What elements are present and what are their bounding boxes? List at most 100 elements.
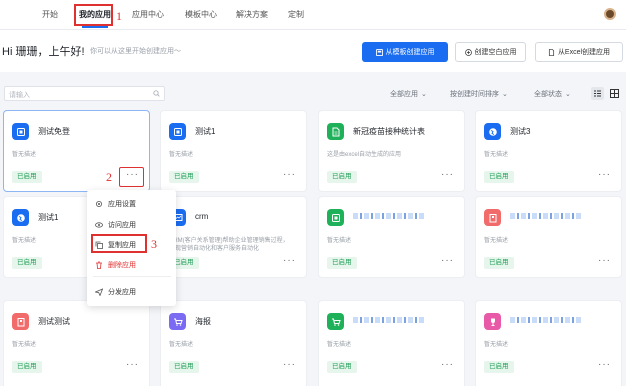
app-description: 暂无描述 (12, 152, 37, 158)
menu-item-label: 分发应用 (108, 289, 136, 296)
app-description: 暂无描述 (12, 238, 37, 244)
list-view-button[interactable] (591, 87, 604, 100)
annotation-box-2 (119, 167, 144, 187)
list-view-icon (594, 90, 601, 97)
more-options-icon[interactable]: ··· (598, 169, 611, 180)
annotation-box-1 (74, 4, 113, 26)
document-icon (327, 123, 344, 140)
app-card[interactable]: 暂无描述已启用 ··· (475, 196, 622, 278)
app-card[interactable]: 测试3 暂无描述 已启用 ··· (475, 110, 622, 192)
status-badge: 已启用 (12, 361, 42, 373)
app-name: 新冠疫苗接种统计表 (353, 127, 425, 136)
plus-circle-icon (464, 48, 472, 56)
menu-item-visit-app[interactable]: 访问应用 (95, 220, 136, 230)
status-badge: 已启用 (12, 257, 42, 269)
tab-start[interactable]: 开始 (42, 9, 58, 20)
filter-status[interactable]: 全部状态 ⌄ (534, 89, 571, 99)
eye-icon (95, 222, 103, 228)
status-badge: 已启用 (484, 257, 514, 269)
search-placeholder: 请输入 (9, 92, 30, 99)
app-name: crm (195, 212, 209, 221)
app-icon (12, 123, 29, 140)
greeting-bar: Hi 珊珊，上午好! 你可以从这里开始创建应用～ 从模板创建应用 创建空白应用 … (0, 30, 626, 72)
annotation-number-1: 1 (116, 9, 122, 23)
tab-template-center[interactable]: 模板中心 (185, 9, 217, 20)
redacted-app-name (353, 213, 425, 219)
search-icon[interactable] (153, 90, 160, 97)
active-tab-indicator (82, 26, 108, 28)
app-name: 测试测试 (38, 317, 70, 326)
tab-custom[interactable]: 定制 (288, 9, 304, 20)
status-badge: 已启用 (169, 361, 199, 373)
more-options-icon[interactable]: ··· (598, 255, 611, 266)
app-description: 暂无描述 (484, 342, 509, 348)
filter-sort[interactable]: 按创建时间排序 ⌄ (450, 89, 508, 99)
redacted-app-name (510, 213, 582, 219)
more-options-icon[interactable]: ··· (283, 169, 296, 180)
app-card[interactable]: 测试1 暂无描述已启用 ··· (160, 110, 307, 192)
tab-app-center[interactable]: 应用中心 (132, 9, 164, 20)
cart-icon (327, 313, 344, 330)
menu-item-delete-app[interactable]: 删除应用 (95, 260, 136, 270)
app-card[interactable]: 暂无描述 已启用 ··· (318, 300, 465, 386)
app-name: 海报 (195, 317, 211, 326)
filter-all-apps[interactable]: 全部应用 ⌄ (390, 89, 427, 99)
filter-status-label: 全部状态 (534, 91, 562, 98)
tab-solutions[interactable]: 解决方案 (236, 9, 268, 20)
app-card[interactable]: crm CRM(客户关系管理)帮助企业管理销售过程， 实现营销自动化和客户服务自动化… (160, 196, 307, 278)
filter-all-apps-label: 全部应用 (390, 91, 418, 98)
app-description: 暂无描述 (12, 342, 37, 348)
status-badge: 已启用 (327, 171, 357, 183)
app-description: 这是由excel自动生成的应用 (327, 152, 402, 158)
status-badge: 已启用 (484, 171, 514, 183)
app-card[interactable]: 测试测试暂无描述已启用 ··· (3, 300, 150, 386)
annotation-number-2: 2 (106, 170, 112, 184)
building-icon (484, 209, 501, 226)
create-from-excel-label: 从Excel创建应用 (557, 49, 611, 56)
menu-item-app-settings[interactable]: 应用设置 (95, 199, 136, 209)
grid-view-button[interactable] (608, 87, 621, 100)
app-card[interactable]: 新冠疫苗接种统计表这是由excel自动生成的应用已启用 ··· (318, 110, 465, 192)
more-options-icon[interactable]: ··· (283, 255, 296, 266)
menu-divider (93, 276, 171, 277)
app-card[interactable]: 暂无描述已启用 ··· (318, 196, 465, 278)
menu-item-distribute-app[interactable]: 分发应用 (95, 287, 136, 297)
more-options-icon[interactable]: ··· (598, 359, 611, 370)
redacted-app-name (353, 317, 425, 323)
greeting-title: Hi 珊珊，上午好! (2, 46, 85, 58)
create-blank-app-button[interactable]: 创建空白应用 (455, 42, 526, 62)
building-icon (12, 313, 29, 330)
status-badge: 已启用 (169, 171, 199, 183)
globe-icon (484, 123, 501, 140)
status-badge: 已启用 (12, 171, 42, 183)
search-input[interactable]: 请输入 (4, 86, 165, 101)
create-from-template-button[interactable]: 从模板创建应用 (362, 42, 448, 62)
grid-view-icon (610, 89, 619, 98)
more-options-icon[interactable]: ··· (126, 359, 139, 370)
more-options-icon[interactable]: ··· (441, 169, 454, 180)
chevron-down-icon: ⌄ (421, 91, 427, 98)
app-name: 测试1 (195, 127, 216, 136)
app-name: 测试3 (510, 127, 531, 136)
status-badge: 已启用 (327, 257, 357, 269)
status-badge: 已启用 (327, 361, 357, 373)
chevron-down-icon: ⌄ (502, 91, 508, 98)
top-nav: 开始 我的应用 应用中心 模板中心 解决方案 定制 1 (0, 0, 626, 30)
app-description: 暂无描述 (484, 238, 509, 244)
trophy-icon (484, 313, 501, 330)
more-options-icon[interactable]: ··· (441, 359, 454, 370)
app-description: 暂无描述 (327, 238, 352, 244)
status-badge: 已启用 (484, 361, 514, 373)
globe-icon (12, 209, 29, 226)
app-card[interactable]: 海报 暂无描述 已启用 ··· (160, 300, 307, 386)
create-blank-app-label: 创建空白应用 (474, 49, 517, 56)
more-options-icon[interactable]: ··· (283, 359, 296, 370)
more-options-icon[interactable]: ··· (441, 255, 454, 266)
create-from-excel-button[interactable]: 从Excel创建应用 (535, 42, 623, 62)
app-card[interactable]: 暂无描述已启用 ··· (475, 300, 622, 386)
annotation-box-3 (91, 234, 147, 253)
menu-item-label: 访问应用 (108, 222, 136, 229)
avatar[interactable] (604, 8, 616, 20)
app-name: 测试1 (38, 213, 59, 222)
annotation-number-3: 3 (151, 237, 157, 251)
